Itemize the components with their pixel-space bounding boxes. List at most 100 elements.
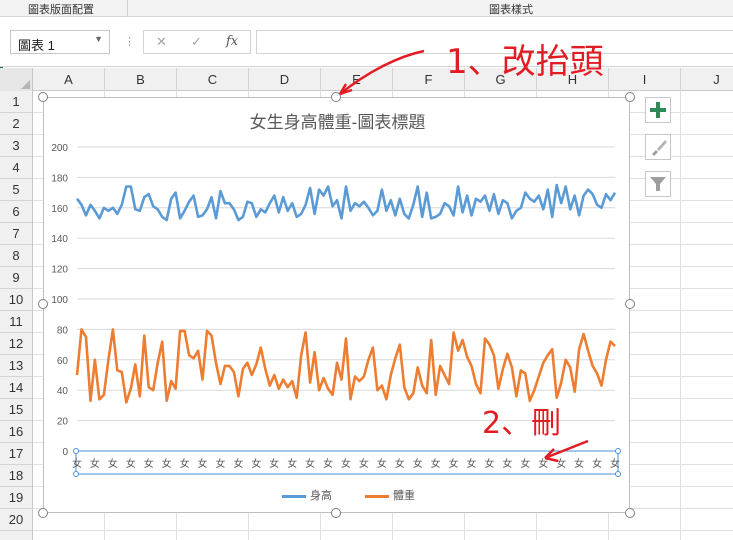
x-tick-label: 女 [269,457,279,470]
x-tick-label: 女 [610,457,620,470]
x-tick-label: 女 [251,457,261,470]
resize-handle-bottom-left[interactable] [38,508,48,518]
name-box-value: 圖表 1 [18,38,55,53]
chart-filters-button[interactable] [645,171,671,197]
row-header[interactable]: 15 [0,399,32,421]
enter-icon[interactable]: ✓ [191,34,202,50]
row-header[interactable]: 9 [0,267,32,289]
select-all-button[interactable] [0,68,33,91]
row-header[interactable]: 14 [0,377,32,399]
resize-handle-bottom[interactable] [331,508,341,518]
chart-styles-group-label: 圖表樣式 [489,4,533,16]
resize-handle-right[interactable] [625,299,635,309]
chevron-down-icon[interactable]: ▼ [94,34,103,44]
chart-legend[interactable]: 身高 體重 [282,487,445,503]
axis-selection-handle [73,471,79,477]
x-tick-label: 女 [413,457,423,470]
formula-buttons: ✕ ✓ fx [143,30,251,54]
x-tick-label: 女 [574,457,584,470]
row-headers: 1 2 3 4 5 6 7 8 9 10 11 12 13 14 15 16 17 18 19 20 [0,91,33,540]
x-tick-label: 女 [144,457,154,470]
chart-area[interactable]: 女生身高體重-圖表標題 0 20 40 60 80 100 120 140 160 180 200 女… [43,97,630,513]
chart-styles-button[interactable] [645,134,671,160]
row-header[interactable]: 1 [0,91,32,113]
y-tick-label: 100 [51,295,68,306]
axis-selection-handle [615,471,621,477]
row-header[interactable]: 6 [0,201,32,223]
y-tick-label: 40 [57,386,69,397]
x-tick-label: 女 [538,457,548,470]
row-header[interactable]: 5 [0,179,32,201]
y-tick-label: 160 [51,204,68,215]
x-tick-label: 女 [592,457,602,470]
resize-handle-bottom-right[interactable] [625,508,635,518]
brush-icon [652,140,667,156]
legend-item-weight: 體重 [365,487,415,503]
column-header[interactable]: A [33,68,105,91]
x-tick-label: 女 [162,457,172,470]
filter-icon [650,177,666,191]
legend-item-height: 身高 [282,487,332,503]
y-tick-label: 120 [51,265,68,276]
axis-selection-handle [73,448,79,454]
x-tick-label: 女 [108,457,118,470]
row-header[interactable]: 16 [0,421,32,443]
x-tick-label: 女 [215,457,225,470]
x-tick-label: 女 [359,457,369,470]
column-header[interactable]: I [609,68,681,91]
legend-swatch-height [282,494,306,498]
row-gridline [33,530,733,531]
row-header[interactable]: 20 [0,509,32,531]
column-header[interactable]: E [321,68,393,91]
chart-layout-group-label: 圖表版面配置 [28,4,94,16]
x-tick-label: 女 [90,457,100,470]
legend-label-weight: 體重 [393,490,416,502]
drag-handle-icon[interactable]: ⋮ [124,35,135,48]
resize-handle-top[interactable] [331,92,341,102]
annotation-note-1: 1、改抬頭 [446,42,604,82]
y-tick-label: 80 [57,325,69,336]
annotation-note-2: 2、刪 [482,406,562,441]
row-header[interactable]: 11 [0,311,32,333]
row-header[interactable]: 19 [0,487,32,509]
row-header[interactable]: 2 [0,113,32,135]
resize-handle-top-right[interactable] [625,92,635,102]
cancel-icon[interactable]: ✕ [156,34,167,50]
row-header[interactable]: 12 [0,333,32,355]
legend-swatch-weight [365,494,390,498]
series-line-weight [75,328,616,404]
y-tick-label: 180 [51,173,68,184]
x-tick-label: 女 [180,457,190,470]
row-header[interactable]: 10 [0,289,32,311]
y-tick-label: 200 [51,143,68,154]
x-tick-label: 女 [341,457,351,470]
row-header[interactable]: 13 [0,355,32,377]
resize-handle-top-left[interactable] [38,92,48,102]
y-tick-label: 0 [62,447,68,458]
x-tick-label: 女 [449,457,459,470]
excel-window: 圖表版面配置 圖表樣式 圖表 1 ▼ ⋮ ✕ ✓ fx A B C D E F … [0,0,733,540]
x-tick-label: 女 [395,457,405,470]
column-header[interactable]: J [681,68,733,91]
plot-area[interactable]: 020406080100120140160180200女女女女女女女女女女女女女… [44,98,631,514]
column-gridline [680,91,681,540]
x-tick-label: 女 [198,457,208,470]
x-tick-label: 女 [72,457,82,470]
row-header[interactable]: 17 [0,443,32,465]
ribbon-group-labels: 圖表版面配置 圖表樣式 [0,0,733,17]
column-header[interactable]: B [105,68,177,91]
resize-handle-left[interactable] [38,299,48,309]
x-tick-label: 女 [484,457,494,470]
row-header[interactable]: 4 [0,157,32,179]
name-box[interactable]: 圖表 1 ▼ [10,30,110,54]
column-header[interactable]: D [249,68,321,91]
row-header[interactable]: 7 [0,223,32,245]
row-header[interactable]: 18 [0,465,32,487]
insert-function-icon[interactable]: fx [226,34,238,49]
column-header[interactable]: C [177,68,249,91]
y-tick-label: 140 [51,234,68,245]
chart-elements-button[interactable] [645,97,671,123]
row-header[interactable]: 3 [0,135,32,157]
row-header[interactable]: 8 [0,245,32,267]
x-tick-label: 女 [287,457,297,470]
